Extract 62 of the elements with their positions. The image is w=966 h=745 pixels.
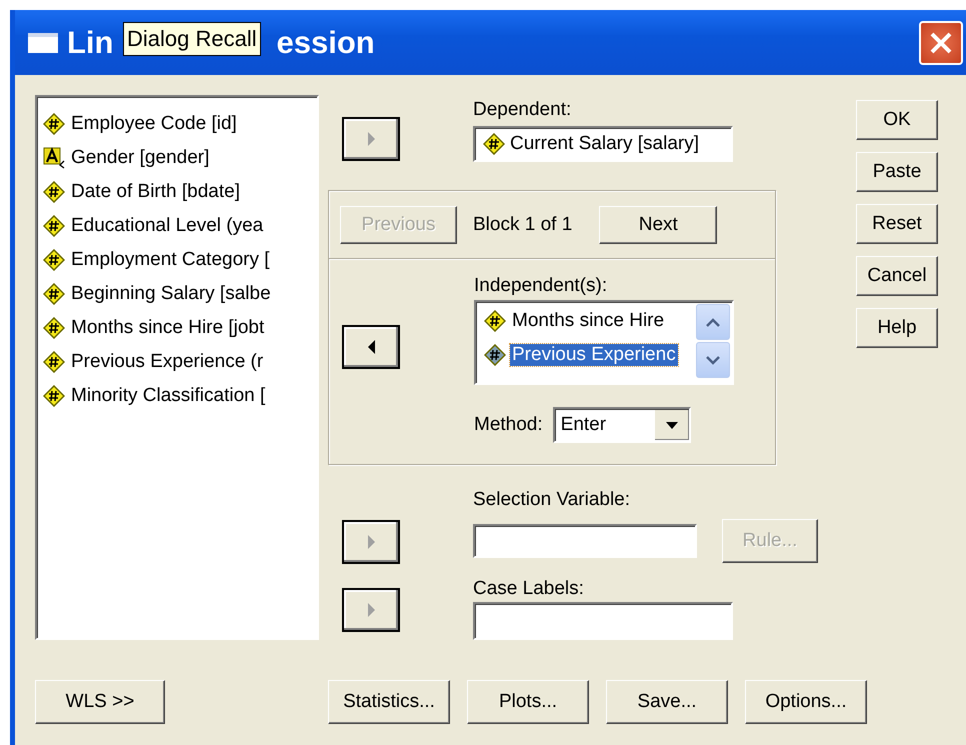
chevron-down-icon xyxy=(706,356,720,364)
right-arrow-icon xyxy=(366,131,376,147)
dialog-button[interactable]: Paste xyxy=(856,152,938,192)
chevron-up-icon xyxy=(706,318,720,326)
window-title: ession xyxy=(276,24,375,60)
tooltip: Dialog Recall xyxy=(123,22,261,56)
numeric-variable-icon xyxy=(43,249,65,271)
variable-item[interactable]: Gender [gender] xyxy=(69,147,212,169)
case-labels-field[interactable] xyxy=(473,602,733,640)
variable-item[interactable]: Educational Level (yea xyxy=(69,215,266,237)
dialog-button[interactable]: Reset xyxy=(856,204,938,244)
numeric-variable-icon xyxy=(483,133,505,155)
wls-button[interactable]: WLS >> xyxy=(35,680,165,724)
field-label: Independent(s): xyxy=(474,275,608,297)
field-label: Selection Variable: xyxy=(473,489,632,511)
next-button[interactable]: Next xyxy=(599,206,718,244)
variable-item[interactable]: Beginning Salary [salbe xyxy=(69,283,273,305)
window-title: Lin xyxy=(67,24,114,60)
numeric-variable-icon xyxy=(43,317,65,339)
variable-item[interactable]: Months since Hire [jobt xyxy=(69,317,266,339)
dialog-button[interactable]: Help xyxy=(856,308,938,348)
field-label: Case Labels: xyxy=(473,578,585,600)
window-icon xyxy=(27,32,59,54)
field-label: Method: xyxy=(474,414,543,436)
method-dropdown[interactable]: Enter xyxy=(552,407,691,443)
variable-item[interactable]: Employment Category [ xyxy=(69,249,272,271)
scroll-up-button[interactable] xyxy=(696,304,730,340)
variable-item[interactable]: Date of Birth [bdate] xyxy=(69,181,242,203)
right-arrow-icon xyxy=(366,602,376,618)
numeric-variable-icon xyxy=(43,351,65,373)
numeric-variable-icon xyxy=(43,283,65,305)
numeric-variable-icon xyxy=(484,310,506,332)
dropdown-arrow-icon xyxy=(666,422,678,428)
dependent-field[interactable]: Current Salary [salary] xyxy=(473,126,733,162)
string-variable-icon xyxy=(43,147,65,169)
numeric-variable-icon xyxy=(43,215,65,237)
variable-item[interactable]: Previous Experienc xyxy=(510,344,678,366)
variable-item[interactable]: Employee Code [id] xyxy=(69,113,239,135)
variable-item[interactable]: Previous Experience (r xyxy=(69,351,266,373)
dialog-button[interactable]: Statistics... xyxy=(328,680,450,724)
close-icon xyxy=(929,30,953,54)
numeric-variable-icon xyxy=(43,385,65,407)
dialog-button[interactable]: Cancel xyxy=(856,256,938,296)
selection-variable-field[interactable] xyxy=(473,524,697,558)
dialog-button[interactable]: Save... xyxy=(606,680,728,724)
dialog-button[interactable]: Plots... xyxy=(467,680,589,724)
variable-item[interactable]: Months since Hire xyxy=(510,310,666,332)
scroll-down-button[interactable] xyxy=(696,342,730,378)
numeric-variable-icon xyxy=(484,344,506,366)
numeric-variable-icon xyxy=(43,181,65,203)
independent-list[interactable]: Months since Hire Previous Experienc xyxy=(474,300,734,385)
close-button[interactable] xyxy=(919,20,963,64)
dialog-button[interactable]: Options... xyxy=(745,680,867,724)
right-arrow-icon xyxy=(366,534,376,550)
dialog-button[interactable]: OK xyxy=(856,100,938,140)
variable-list[interactable]: Employee Code [id] Gender [gender] Date of Birth [bdate] Educational Level (yea Employment Category [ Beginning Salary [salbe Months since Hire [jobt Previous Experience (r Minority Classification [ xyxy=(35,95,319,640)
field-label: Dependent: xyxy=(473,99,572,121)
arrow-button[interactable] xyxy=(342,325,400,369)
numeric-variable-icon xyxy=(43,113,65,135)
block-label: Block 1 of 1 xyxy=(473,214,572,236)
left-arrow-icon xyxy=(366,339,376,355)
variable-item[interactable]: Minority Classification [ xyxy=(69,385,268,407)
